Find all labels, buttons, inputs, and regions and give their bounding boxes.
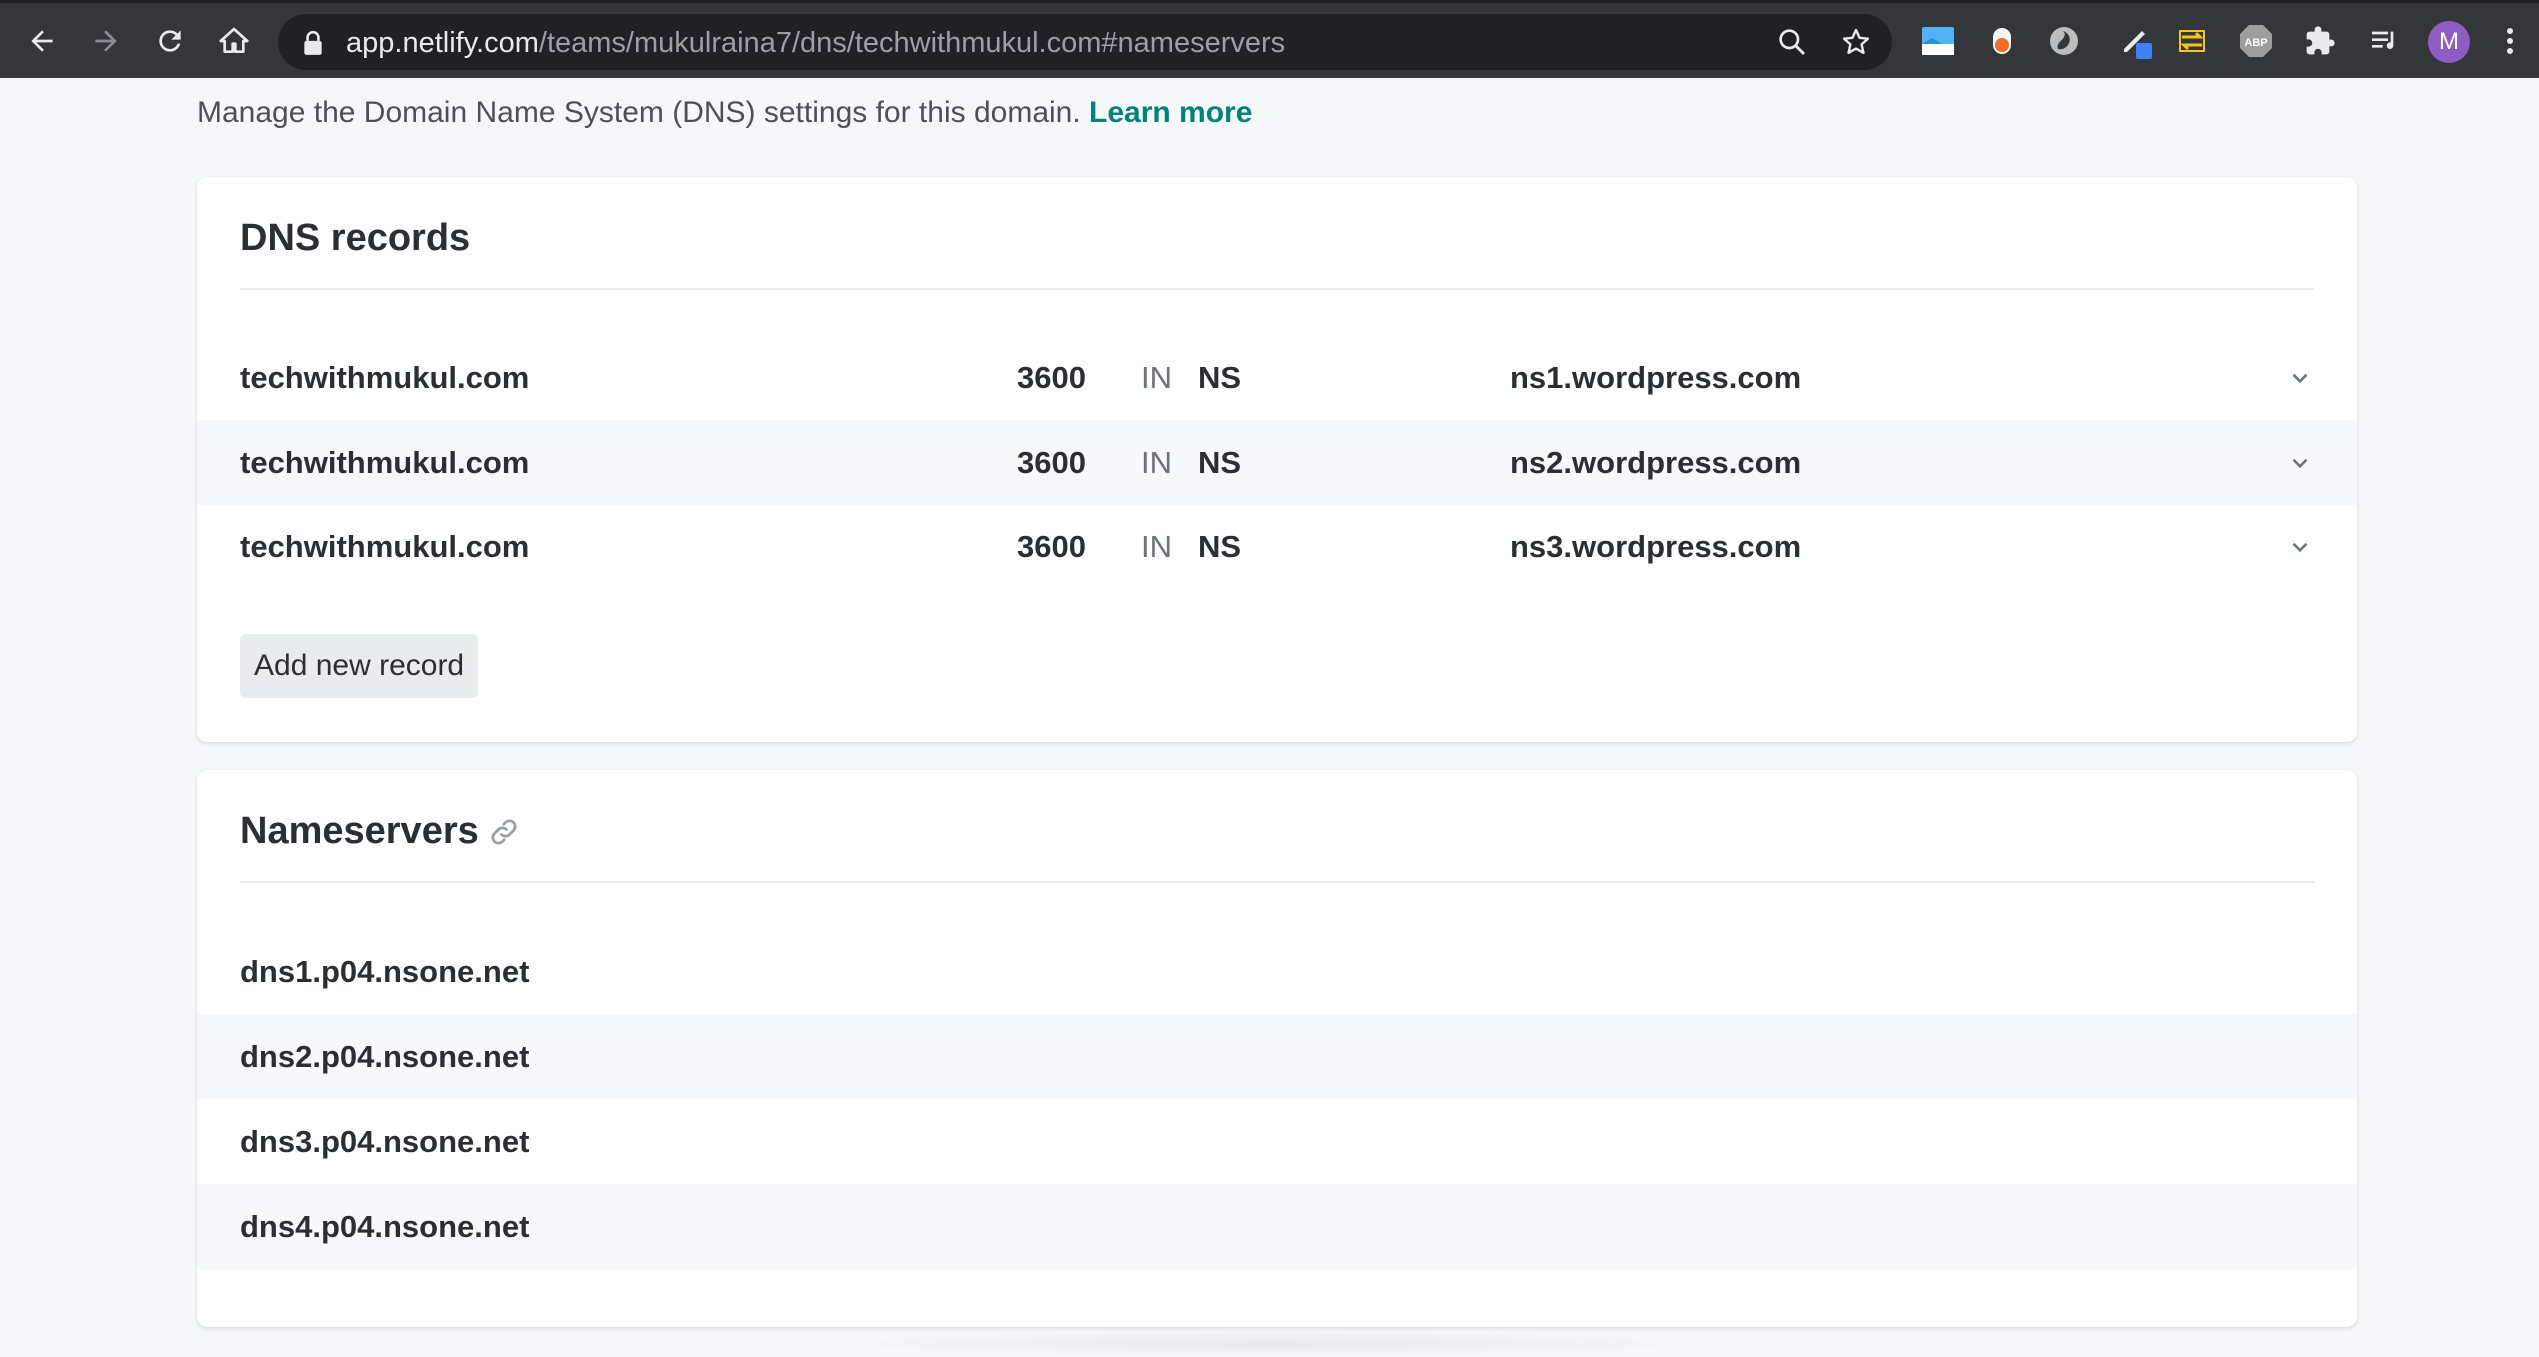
extension-honey-icon[interactable] [1984, 23, 2020, 59]
record-type: NS [1198, 529, 1242, 564]
url-text[interactable]: app.netlify.com/teams/mukulraina7/dns/te… [346, 27, 1285, 60]
record-name: techwithmukul.com [240, 529, 530, 564]
nameserver-row: dns2.p04.nsone.net [197, 1014, 2357, 1099]
divider [240, 288, 2314, 290]
reload-icon[interactable] [148, 19, 192, 63]
nameserver-host: dns1.p04.nsone.net [240, 954, 530, 989]
record-ttl: 3600 [1017, 360, 1086, 395]
record-name: techwithmukul.com [240, 445, 530, 480]
record-class: IN [1141, 529, 1172, 564]
record-class: IN [1141, 445, 1172, 480]
avatar[interactable]: M [2428, 21, 2470, 63]
dns-records-title: DNS records [240, 217, 471, 259]
back-arrow-icon[interactable] [20, 19, 64, 63]
extension-window-icon[interactable] [1920, 23, 1956, 59]
record-value: ns1.wordpress.com [1510, 360, 1802, 395]
extension-swirl-icon[interactable] [2046, 23, 2082, 59]
nameservers-card: Nameservers dns1.p04.nsone.net dns2.p04.… [197, 770, 2357, 1327]
dns-records-card: DNS records techwithmukul.com 3600 IN NS… [197, 177, 2357, 742]
dns-record-row[interactable]: techwithmukul.com 3600 IN NS ns2.wordpre… [197, 420, 2357, 505]
nameserver-row: dns3.p04.nsone.net [197, 1099, 2357, 1184]
chevron-down-icon[interactable] [2287, 450, 2313, 476]
record-type: NS [1198, 445, 1242, 480]
avatar-letter: M [2439, 28, 2459, 55]
scroll-shadow [820, 1330, 1720, 1357]
record-value: ns2.wordpress.com [1510, 445, 1802, 480]
dns-intro-text: Manage the Domain Name System (DNS) sett… [197, 96, 1081, 129]
kebab-menu-icon[interactable] [2492, 23, 2528, 59]
home-icon[interactable] [212, 19, 256, 63]
record-class: IN [1141, 360, 1172, 395]
browser-toolbar: app.netlify.com/teams/mukulraina7/dns/te… [0, 0, 2539, 78]
dns-record-row[interactable]: techwithmukul.com 3600 IN NS ns1.wordpre… [197, 335, 2357, 420]
svg-text:ABP: ABP [2244, 37, 2267, 49]
nameservers-title: Nameservers [240, 810, 519, 853]
bookmark-star-icon[interactable] [1840, 26, 1872, 58]
nameserver-host: dns3.p04.nsone.net [240, 1124, 530, 1159]
dns-intro: Manage the Domain Name System (DNS) sett… [197, 96, 1252, 130]
puzzle-icon[interactable] [2302, 23, 2338, 59]
add-new-record-button[interactable]: Add new record [240, 634, 479, 698]
nameserver-row: dns4.p04.nsone.net [197, 1184, 2357, 1269]
record-ttl: 3600 [1017, 445, 1086, 480]
anchor-link-icon[interactable] [489, 817, 519, 847]
zoom-icon[interactable] [1776, 26, 1808, 58]
divider [240, 881, 2314, 883]
extension-pen-icon[interactable] [2118, 23, 2154, 59]
record-ttl: 3600 [1017, 529, 1086, 564]
record-name: techwithmukul.com [240, 360, 530, 395]
learn-more-link[interactable]: Learn more [1089, 96, 1252, 129]
nameserver-host: dns4.p04.nsone.net [240, 1209, 530, 1244]
dns-record-row[interactable]: techwithmukul.com 3600 IN NS ns3.wordpre… [197, 504, 2357, 589]
nameserver-row: dns1.p04.nsone.net [197, 929, 2357, 1014]
media-queue-icon[interactable] [2366, 23, 2402, 59]
extension-adblock-icon[interactable]: ABP [2238, 23, 2274, 59]
record-type: NS [1198, 360, 1242, 395]
chevron-down-icon[interactable] [2287, 534, 2313, 560]
record-value: ns3.wordpress.com [1510, 529, 1802, 564]
chevron-down-icon[interactable] [2287, 365, 2313, 391]
nameservers-title-text: Nameservers [240, 810, 479, 852]
forward-arrow-icon[interactable] [84, 19, 128, 63]
address-bar[interactable]: app.netlify.com/teams/mukulraina7/dns/te… [278, 14, 1892, 70]
extension-sync-icon[interactable] [2174, 23, 2210, 59]
lock-icon[interactable] [302, 30, 324, 61]
nameserver-host: dns2.p04.nsone.net [240, 1039, 530, 1074]
